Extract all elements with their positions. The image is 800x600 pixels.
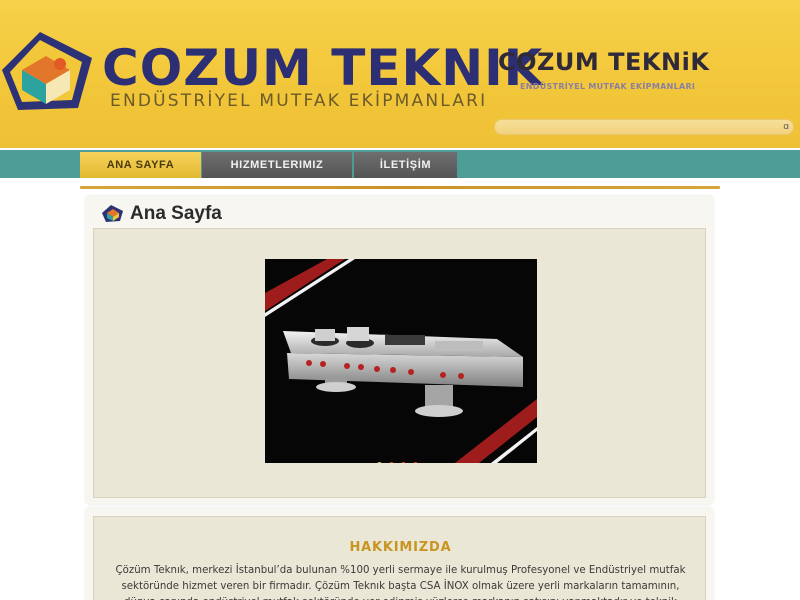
about-text: Çözüm Teknık, merkezi İstanbul’da buluna…	[115, 565, 686, 600]
brand-name-overlay: COZUM TEKNiK	[498, 48, 710, 76]
brand-name: COZUM TEKNIK	[102, 39, 544, 97]
nav-item-iletisim[interactable]: İLETİŞİM	[354, 152, 457, 178]
page-title: Ana Sayfa	[130, 203, 222, 224]
brand-tagline: ENDÜSTRİYEL MUTFAK EKİPMANLARI	[110, 91, 488, 111]
about-heading: HAKKIMIZDA	[349, 540, 452, 555]
nav-item-ana-sayfa[interactable]: ANA SAYFA	[80, 152, 201, 178]
site-header: COZUM TEKNIK ENDÜSTRİYEL MUTFAK EKİPMANL…	[0, 0, 800, 148]
about-panel: HAKKIMIZDA Çözüm Teknık, merkezi İstanbu…	[86, 508, 713, 600]
search-box[interactable]: ɑ	[494, 119, 794, 138]
cube-logo-icon[interactable]	[0, 30, 96, 114]
search-icon[interactable]: ɑ	[783, 122, 789, 132]
divider	[80, 186, 720, 189]
slider-dot-1[interactable]	[377, 462, 382, 463]
cube-logo-small-icon	[102, 205, 123, 222]
about-section: HAKKIMIZDA Çözüm Teknık, merkezi İstanbu…	[93, 516, 706, 600]
brand-tagline-overlay: ENDÜSTRİYEL MUTFAK EKİPMANLARI	[520, 82, 696, 91]
main-nav: ANA SAYFA HIZMETLERIMIZ İLETİŞİM	[0, 150, 800, 178]
search-input[interactable]	[495, 123, 765, 138]
slider-dot-3[interactable]	[401, 462, 406, 463]
slide-image[interactable]	[265, 259, 537, 463]
content-panel: Ana Sayfa	[86, 196, 713, 504]
image-slider	[93, 228, 706, 498]
nav-item-hizmetlerimiz[interactable]: HIZMETLERIMIZ	[202, 152, 352, 178]
kitchen-range-image	[265, 259, 537, 463]
slider-dot-2[interactable]	[389, 462, 394, 463]
slider-dots	[377, 454, 425, 463]
slider-dot-4[interactable]	[413, 462, 418, 463]
